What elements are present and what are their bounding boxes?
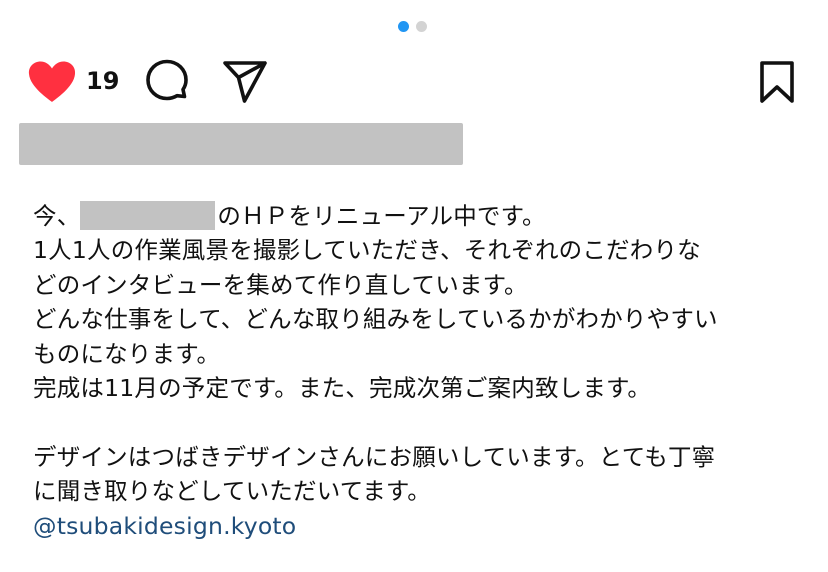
caption-line: どんな仕事をして、どんな取り組みをしているかがわかりやすい	[33, 305, 718, 334]
like-button[interactable]	[26, 58, 78, 106]
caption-mention-line: @tsubakidesign.kyoto	[33, 509, 813, 543]
comment-button[interactable]	[140, 55, 194, 109]
caption-line: に聞き取りなどしていただいてます。	[33, 477, 431, 506]
share-button[interactable]	[218, 55, 272, 109]
post-action-bar: 19	[0, 55, 828, 109]
caption-line: 完成は11月の予定です。また、完成次第ご案内致します。	[33, 373, 652, 402]
like-count[interactable]: 19	[86, 63, 119, 99]
post-caption: 今、 のＨＰをリニューアル中です。 1人1人の作業風景を撮影していただき、それぞれ…	[33, 199, 813, 543]
caption-line: ものになります。	[33, 339, 221, 368]
redacted-username-bar	[19, 123, 463, 165]
caption-line1-prefix: 今、	[33, 202, 81, 230]
redacted-text-block	[80, 201, 216, 230]
caption-line: 1人1人の作業風景を撮影していただき、それぞれのこだわりな	[33, 236, 701, 265]
heart-icon	[28, 61, 76, 102]
comment-icon	[146, 59, 188, 101]
save-button[interactable]	[750, 55, 804, 109]
caption-line: デザインはつばきデザインさんにお願いしています。とても丁寧	[33, 442, 716, 471]
caption-line1-suffix: のＨＰをリニューアル中です。	[217, 202, 546, 230]
caption-line: 今、 のＨＰをリニューアル中です。	[33, 199, 813, 233]
mention-link[interactable]: @tsubakidesign.kyoto	[33, 512, 296, 540]
share-icon	[223, 61, 267, 103]
bookmark-icon	[760, 61, 794, 103]
carousel-dot-active	[398, 21, 409, 32]
carousel-indicator	[398, 21, 427, 32]
caption-line: どのインタビューを集めて作り直しています。	[33, 270, 528, 299]
carousel-dot	[416, 21, 427, 32]
